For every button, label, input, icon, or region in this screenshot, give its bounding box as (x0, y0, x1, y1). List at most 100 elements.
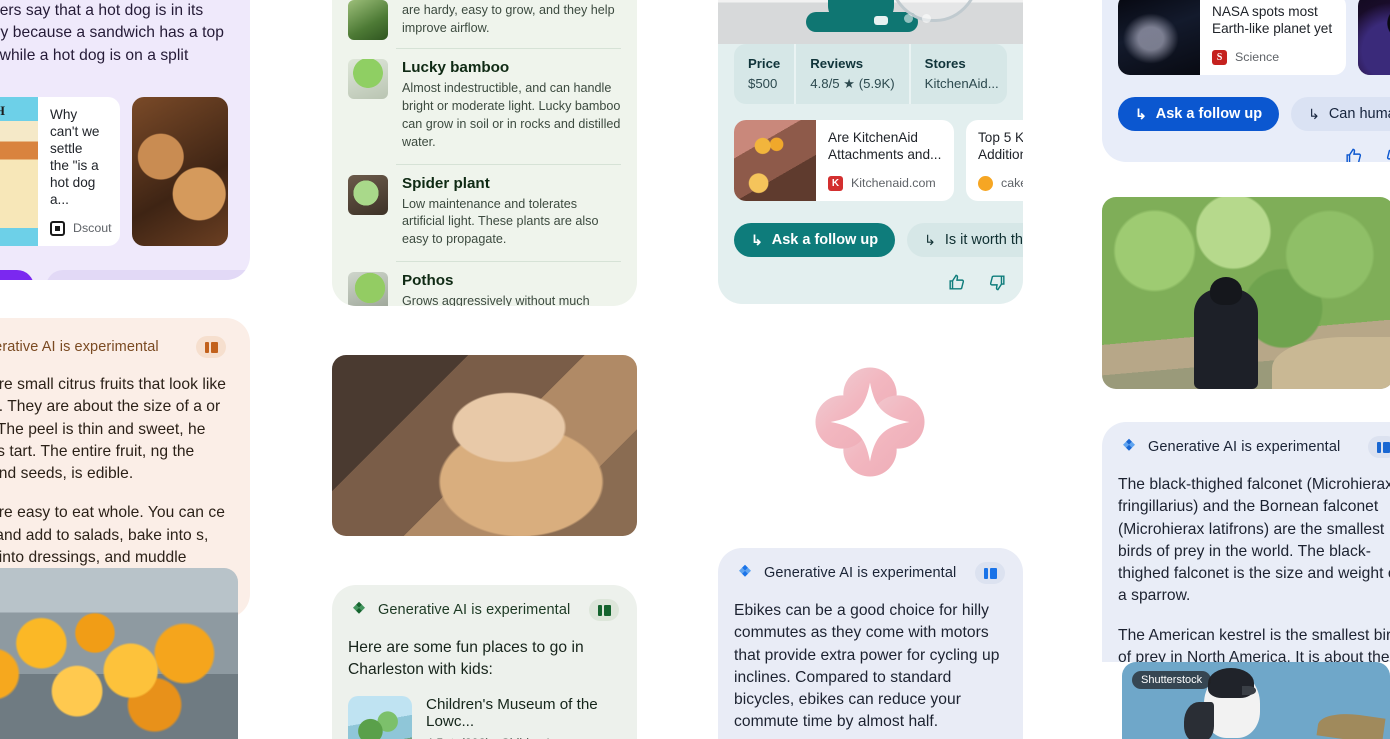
source-tile[interactable]: DWICH 'UKHH ICIAL ANS Why can't we settl… (0, 96, 120, 246)
plant-name: Pothos (402, 272, 454, 290)
source-publisher: K Kitchenaid.com (828, 175, 941, 191)
source-thumbnail: DWICH 'UKHH ICIAL ANS (0, 96, 38, 246)
genai-info-badge[interactable] (589, 599, 619, 621)
plant-name: Lucky bamboo (402, 59, 510, 76)
source-thumbnail (132, 96, 228, 246)
hotdog-chip-row: sk a follow up ↳ Is a hotdog a sandwich … (0, 269, 250, 280)
source-thumbnail (1118, 0, 1200, 75)
thumbs-up-icon[interactable] (1344, 147, 1363, 162)
source-title: Top 5 Kitch Addition to (978, 130, 1023, 162)
charleston-intro: Here are some fun places to go in Charle… (348, 639, 584, 679)
source-publisher: Dscout (50, 220, 112, 236)
falconet-bird-image: Shutterstock (1122, 662, 1390, 739)
place-name: Children's Museum of the Lowc... (426, 695, 598, 730)
suggestion-chip[interactable]: ↳ Is a hotdog a sandwich or a (45, 269, 250, 280)
genai-label: Generative AI is experimental (764, 565, 957, 581)
genai-info-badge[interactable] (196, 336, 226, 358)
thumbs-down-icon[interactable] (1385, 147, 1390, 162)
source-publisher: cakemak (978, 175, 1023, 191)
plant-thumbnail (348, 0, 388, 40)
genai-info-badge[interactable] (975, 562, 1005, 584)
genai-diamond-icon (1123, 438, 1135, 451)
kitchenaid-chip-row: ↳ Ask a follow up ↳ Is it worth the pric… (734, 222, 1023, 257)
falconet-answer-text: The black-thighed falconet (Microhierax … (1118, 476, 1390, 662)
nasa-chip-row: ↳ Ask a follow up ↳ Can humans live on K… (1118, 96, 1390, 131)
plant-desc: Low maintenance and tolerates artificial… (402, 196, 599, 247)
plant-name: Spider plant (402, 174, 490, 192)
thumbs-up-icon[interactable] (947, 273, 966, 292)
genai-label: nerative AI is experimental (0, 339, 159, 355)
star-icon: ★ (447, 736, 461, 739)
nasa-source-strip: NASA spots most Earth-like planet yet S … (1118, 0, 1390, 75)
charleston-genai-header: Generative AI is experimental (348, 585, 621, 627)
place-list-item[interactable]: Children's Museum of the Lowc... 4.5 ★ (… (348, 682, 621, 739)
source-title: NASA spots most Earth-like planet yet (1212, 4, 1333, 36)
ebikes-result-card: Generative AI is experimental Ebikes can… (718, 548, 1023, 739)
source-tile[interactable]: Top 5 Kitch Addition to cakemak (966, 120, 1023, 201)
hotdog-result-card: er, others say that a hot dog is in its … (0, 0, 250, 280)
plant-desc: Almost indestructible, and can handle br… (402, 81, 621, 149)
kitchenaid-feedback-row (734, 257, 1007, 292)
source-publisher: S Science (1212, 49, 1332, 65)
plant-thumbnail (348, 272, 388, 306)
source-tile[interactable]: NASA spots most Earth-like planet yet S … (1118, 0, 1346, 75)
plant-list-item[interactable]: Lucky bamboo Almost indestructible, and … (348, 49, 621, 164)
science-favicon-icon: S (1212, 49, 1227, 65)
hotdog-source-strip: DWICH 'UKHH ICIAL ANS Why can't we settl… (0, 96, 228, 246)
ask-followup-button[interactable]: ↳ Ask a follow up (1118, 96, 1280, 131)
followup-arrow-icon: ↳ (1308, 105, 1320, 122)
screenshot-stage: er, others say that a hot dog is in its … (0, 0, 1390, 739)
charleston-result-card: Generative AI is experimental Here are s… (332, 585, 637, 739)
suggestion-chip[interactable]: ↳ Is it worth the price? (907, 222, 1023, 257)
kitchenaid-source-strip: Are KitchenAid Attachments and... K Kitc… (734, 120, 1023, 201)
falconet-genai-header: Generative AI is experimental (1118, 422, 1390, 464)
kumquat-genai-header: nerative AI is experimental (0, 322, 228, 364)
followup-arrow-icon: ↳ (751, 231, 763, 248)
source-tile[interactable] (1358, 0, 1390, 75)
spec-cell: Stores KitchenAid... (908, 44, 1007, 104)
kitchenaid-result-card: Price $500 Reviews 4.8/5 ★ (5.9K) Stores… (718, 0, 1023, 304)
plant-list-item[interactable]: Spider plant Low maintenance and tolerat… (348, 165, 621, 262)
source-thumbnail (1358, 0, 1390, 75)
genai-label: Generative AI is experimental (378, 602, 571, 618)
place-thumbnail (348, 695, 412, 739)
plant-list-item[interactable]: Pothos Grows aggressively without much c… (348, 262, 621, 306)
person-video-image[interactable] (332, 355, 637, 536)
thumbs-down-icon[interactable] (988, 273, 1007, 292)
spec-cell: Price $500 (748, 56, 781, 91)
followup-arrow-icon: ↳ (1135, 105, 1147, 122)
plant-desc: Grows aggressively without much care. (402, 294, 590, 306)
plants-result-card: are hardy, easy to grow, and they help i… (332, 0, 637, 306)
plant-thumbnail (348, 174, 388, 215)
sparkle-clover-icon (812, 364, 928, 480)
source-tile[interactable]: Are KitchenAid Attachments and... K Kitc… (734, 120, 954, 201)
kumquat-image: ura (0, 568, 238, 739)
ask-followup-button[interactable]: ↳ Ask a follow up (734, 222, 896, 257)
nasa-result-card: NASA spots most Earth-like planet yet S … (1102, 0, 1390, 162)
genai-diamond-icon (739, 564, 751, 577)
kumquat-answer-text: uats are small citrus fruits that look l… (0, 376, 226, 588)
ebikes-genai-header: Generative AI is experimental (734, 548, 1007, 590)
ask-followup-button[interactable]: sk a follow up (0, 269, 34, 280)
kitchenaid-favicon-icon: K (828, 175, 843, 191)
dscout-favicon-icon (50, 220, 65, 236)
cakemaker-favicon-icon (978, 175, 993, 191)
spec-cell: Reviews 4.8/5 ★ (5.9K) (794, 44, 908, 104)
genai-label: Generative AI is experimental (1148, 439, 1341, 455)
kitchenaid-spec-strip: Price $500 Reviews 4.8/5 ★ (5.9K) Stores… (734, 44, 1007, 104)
ebikes-answer-text: Ebikes can be a good choice for hilly co… (734, 602, 1000, 731)
forest-walk-image[interactable] (1102, 197, 1390, 389)
plant-thumbnail (348, 59, 388, 99)
genai-info-badge[interactable] (1368, 436, 1390, 458)
hotdog-answer-text: er, others say that a hot dog is in its … (0, 2, 224, 64)
plants-partial-text: are hardy, easy to grow, and they help i… (402, 3, 615, 35)
suggestion-chip[interactable]: ↳ Can humans live on Kep (1291, 96, 1390, 131)
genai-diamond-icon (353, 601, 365, 614)
falconet-result-card: Generative AI is experimental The black-… (1102, 422, 1390, 662)
followup-arrow-icon: ↳ (924, 231, 936, 248)
source-thumbnail (734, 120, 816, 201)
source-title: Are KitchenAid Attachments and... (828, 130, 942, 162)
source-title: Why can't we settle the "is a hot dog a.… (50, 106, 100, 207)
source-tile[interactable] (132, 96, 228, 246)
place-rating-row: 4.5 ★ (893) · Children's museum (426, 736, 621, 739)
